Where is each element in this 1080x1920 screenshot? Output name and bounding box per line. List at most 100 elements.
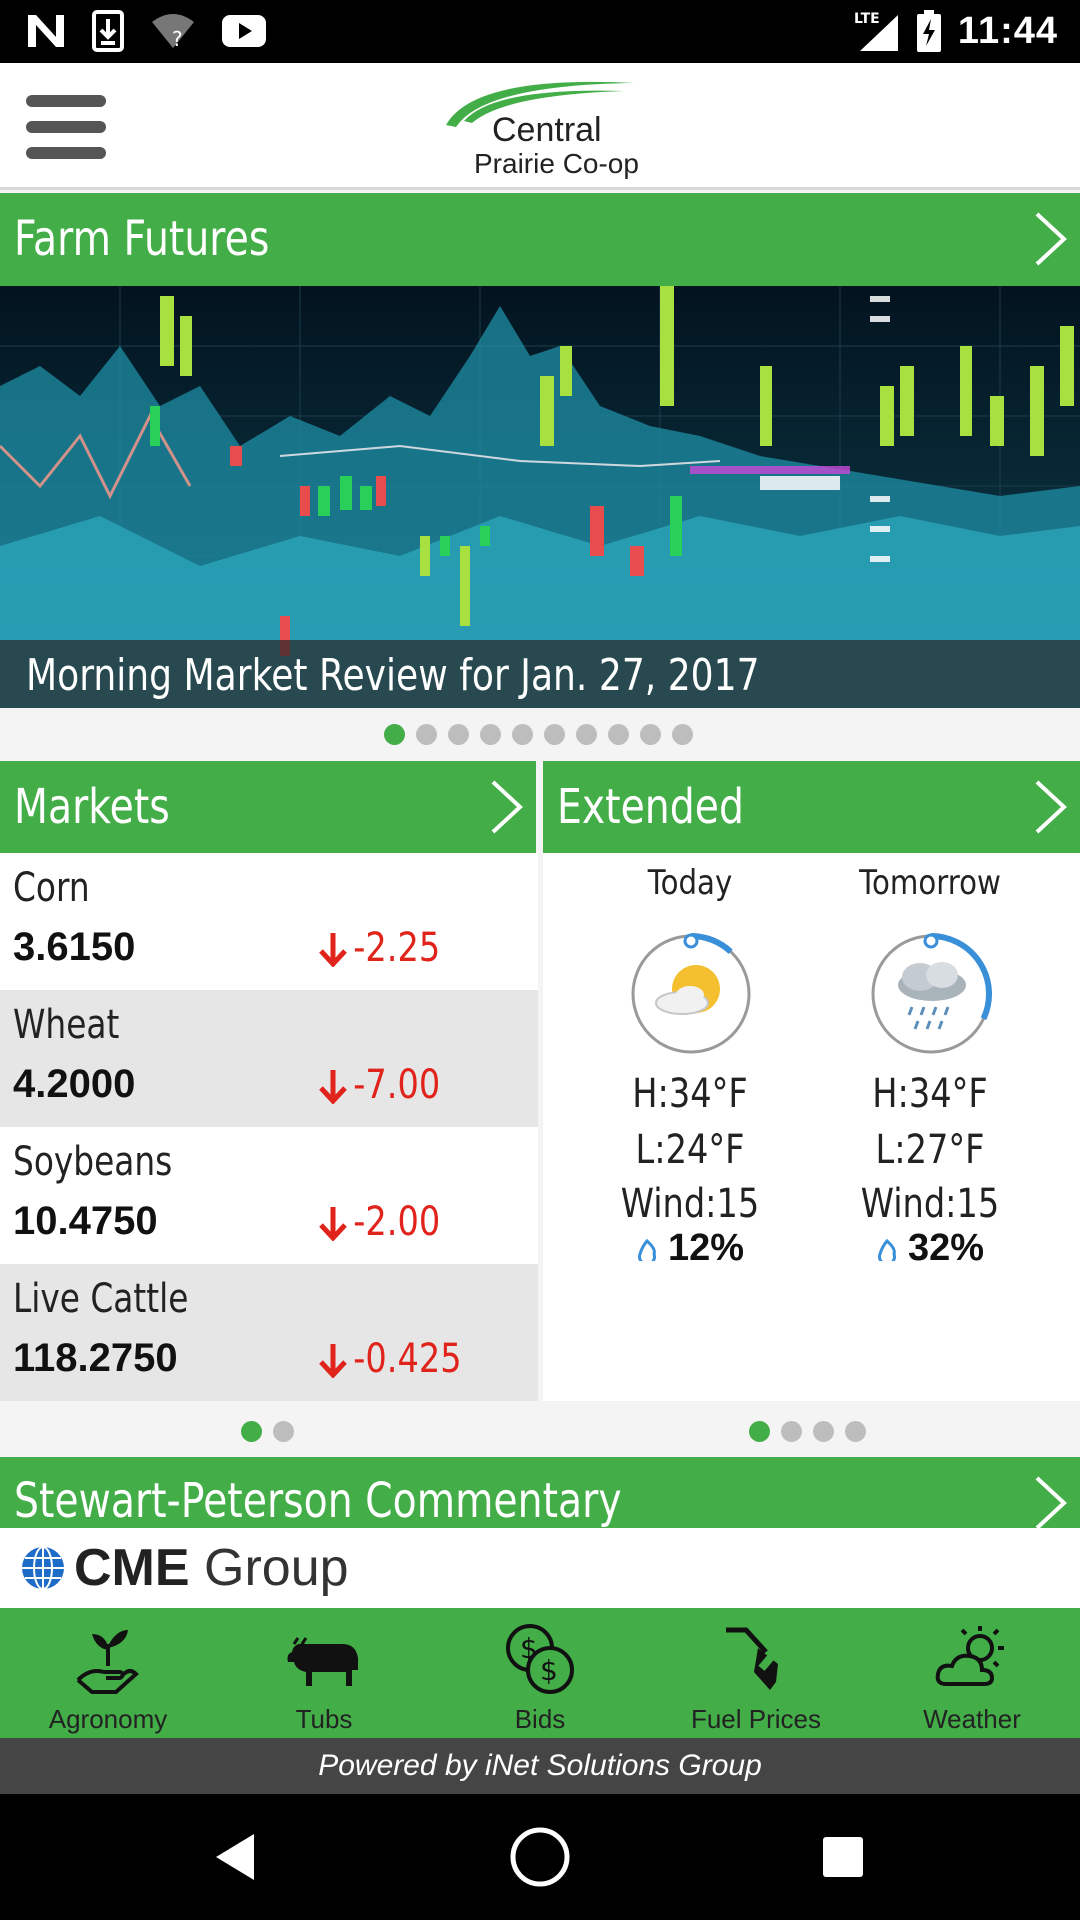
svg-text:LTE: LTE	[854, 11, 880, 27]
system-navigation-bar	[0, 1794, 1080, 1920]
partly-sunny-icon	[631, 933, 751, 1054]
market-name: Wheat	[13, 1002, 120, 1048]
sun-cloud-icon	[935, 1626, 1004, 1686]
commentary-title: Stewart-Peterson Commentary	[14, 1473, 622, 1528]
cow-icon	[287, 1637, 358, 1686]
logo-text-prairie: Prairie Co-op	[474, 148, 639, 179]
down-arrow-icon	[319, 933, 347, 967]
weather-day-label: Tomorrow	[859, 863, 1001, 903]
chevron-right-icon	[491, 780, 523, 834]
weather-wind: Wind:15	[620, 1181, 760, 1227]
back-icon[interactable]	[214, 1832, 258, 1882]
carousel-dot[interactable]	[544, 724, 565, 745]
extended-carousel-dots[interactable]	[749, 1421, 866, 1442]
carousel-dot[interactable]	[576, 724, 597, 745]
markets-title: Markets	[14, 779, 170, 835]
weather-wind: Wind:15	[860, 1181, 1000, 1227]
carousel-dot[interactable]	[273, 1421, 294, 1442]
weather-day-label: Today	[647, 863, 733, 903]
carousel-dot[interactable]	[608, 724, 629, 745]
menu-icon[interactable]	[26, 95, 106, 159]
status-bar: ? LTE 11:44	[0, 0, 1080, 63]
battery-icon	[916, 10, 942, 52]
globe-icon	[22, 1546, 64, 1590]
market-row-wheat[interactable]: Wheat 4.2000 -7.00	[0, 990, 538, 1127]
cme-group-sponsor[interactable]: CME Group	[0, 1528, 1080, 1608]
carousel-dot[interactable]	[640, 724, 661, 745]
carousel-dot[interactable]	[845, 1421, 866, 1442]
n-icon	[26, 13, 66, 49]
market-price: 3.6150	[13, 925, 136, 969]
wifi-icon: ?	[150, 12, 196, 50]
farm-futures-title: Farm Futures	[14, 211, 270, 267]
recents-icon[interactable]	[822, 1836, 864, 1878]
banner-caption-text: Morning Market Review for Jan. 27, 2017	[26, 650, 760, 701]
down-arrow-icon	[319, 1070, 347, 1104]
rain-cloud-icon	[871, 933, 992, 1054]
markets-header[interactable]: Markets	[0, 761, 536, 853]
carousel-dot-active[interactable]	[241, 1421, 262, 1442]
market-name: Corn	[13, 865, 90, 911]
farm-futures-banner[interactable]: Morning Market Review for Jan. 27, 2017	[0, 286, 1080, 708]
nav-bids[interactable]: $ $ Bids	[432, 1608, 648, 1738]
youtube-icon	[222, 15, 266, 47]
market-row-live-cattle[interactable]: Live Cattle 118.2750 -0.425	[0, 1264, 538, 1401]
download-icon	[92, 10, 124, 52]
banner-carousel-dots[interactable]	[384, 724, 693, 745]
weather-high: H:34°F	[632, 1071, 748, 1117]
weather-precip: 32%	[810, 1227, 1050, 1270]
svg-text:$: $	[540, 1654, 558, 1687]
down-arrow-icon	[319, 1344, 347, 1378]
extended-header[interactable]: Extended	[543, 761, 1080, 853]
extended-dots-strip	[543, 1401, 1080, 1457]
weather-high: H:34°F	[872, 1071, 988, 1117]
market-price: 10.4750	[13, 1199, 158, 1243]
chevron-right-icon	[1035, 212, 1067, 266]
fuel-nozzle-icon	[726, 1627, 778, 1690]
carousel-dot[interactable]	[672, 724, 693, 745]
carousel-dot[interactable]	[448, 724, 469, 745]
market-price: 4.2000	[13, 1062, 136, 1106]
coins-icon: $ $	[506, 1624, 574, 1694]
svg-text:?: ?	[172, 27, 183, 50]
central-prairie-logo: Central Prairie Co-op	[434, 75, 654, 185]
down-arrow-icon	[319, 1207, 347, 1241]
chevron-right-icon	[1035, 1476, 1067, 1528]
bottom-navigation: Agronomy Tubs $ $ Bids Fuel Prices Weath…	[0, 1608, 1080, 1738]
carousel-dot[interactable]	[416, 724, 437, 745]
cme-group-logo-text: CME Group	[74, 1539, 349, 1597]
weather-low: L:24°F	[635, 1127, 745, 1173]
carousel-dot[interactable]	[781, 1421, 802, 1442]
nav-tubs[interactable]: Tubs	[216, 1608, 432, 1738]
market-row-soybeans[interactable]: Soybeans 10.4750 -2.00	[0, 1127, 538, 1264]
nav-label: Weather	[923, 1704, 1021, 1734]
weather-low: L:27°F	[875, 1127, 985, 1173]
market-row-corn[interactable]: Corn 3.6150 -2.25	[0, 853, 538, 990]
plant-hand-icon	[76, 1630, 139, 1694]
farm-futures-header[interactable]: Farm Futures	[0, 193, 1080, 286]
app-header: Central Prairie Co-op	[0, 63, 1080, 190]
carousel-dot[interactable]	[512, 724, 533, 745]
home-icon[interactable]	[509, 1826, 571, 1888]
powered-by-footer: Powered by iNet Solutions Group	[0, 1738, 1080, 1794]
extended-weather-panel[interactable]: Today H:34°F L:24°F Wind:15 12% Tomorrow	[543, 853, 1080, 1401]
nav-agronomy[interactable]: Agronomy	[0, 1608, 216, 1738]
markets-dots-strip	[0, 1401, 538, 1457]
logo-text-central: Central	[492, 111, 602, 149]
nav-weather[interactable]: Weather	[864, 1608, 1080, 1738]
nav-label: Agronomy	[48, 1704, 168, 1734]
nav-label: Bids	[514, 1704, 566, 1734]
carousel-dot-active[interactable]	[384, 724, 405, 745]
carousel-dot[interactable]	[480, 724, 501, 745]
markets-carousel-dots[interactable]	[241, 1421, 294, 1442]
clock: 11:44	[957, 9, 1058, 52]
nav-fuel-prices[interactable]: Fuel Prices	[648, 1608, 864, 1738]
commentary-header[interactable]: Stewart-Peterson Commentary	[0, 1457, 1080, 1528]
market-name: Soybeans	[13, 1139, 173, 1185]
svg-text:$: $	[520, 1632, 538, 1665]
carousel-dot-active[interactable]	[749, 1421, 770, 1442]
raindrop-icon	[637, 1238, 656, 1261]
carousel-dot[interactable]	[813, 1421, 834, 1442]
nav-label: Fuel Prices	[690, 1704, 822, 1734]
banner-caption: Morning Market Review for Jan. 27, 2017	[0, 640, 1080, 708]
